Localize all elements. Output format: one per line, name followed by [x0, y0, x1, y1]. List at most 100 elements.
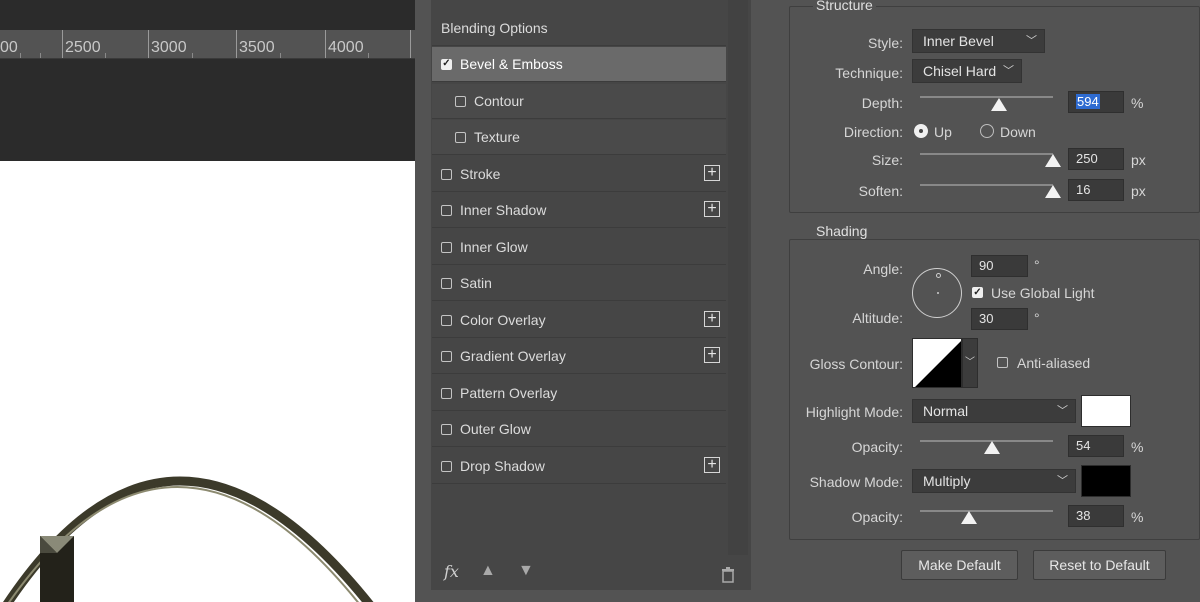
shadow-opacity-slider-track[interactable]	[920, 510, 1053, 512]
arrow-up-icon[interactable]: ▲	[480, 562, 496, 580]
trash-icon[interactable]	[721, 566, 735, 583]
soften-value: 16	[1076, 182, 1091, 197]
highlight-color-swatch[interactable]	[1081, 395, 1131, 427]
outer-glow-checkbox[interactable]	[441, 423, 452, 435]
anti-aliased-label: Anti-aliased	[1017, 355, 1091, 371]
styles-item-inner-glow[interactable]: Inner Glow	[432, 230, 726, 265]
styles-item-outer-glow[interactable]: Outer Glow	[432, 412, 726, 447]
depth-slider-thumb[interactable]	[991, 98, 1007, 111]
highlight-opacity-input[interactable]: 54	[1068, 435, 1124, 457]
size-slider-thumb[interactable]	[1045, 154, 1061, 167]
depth-label: Depth:	[861, 95, 903, 111]
size-value: 250	[1076, 151, 1098, 166]
gloss-contour-preview[interactable]	[912, 338, 962, 388]
styles-item-label: Bevel & Emboss	[460, 56, 563, 72]
depth-input[interactable]: 594	[1068, 91, 1124, 113]
highlight-opacity-label: Opacity:	[851, 439, 903, 455]
use-global-light-checkbox[interactable]	[972, 287, 983, 298]
styles-item-stroke[interactable]: Stroke +	[432, 157, 726, 192]
direction-down-radio[interactable]	[980, 124, 994, 138]
make-default-button[interactable]: Make Default	[901, 550, 1018, 580]
chevron-down-icon: ﹀	[1003, 65, 1014, 77]
angle-value: 90	[979, 258, 994, 273]
chevron-down-icon: ﹀	[1026, 35, 1037, 47]
style-dropdown[interactable]: Inner Bevel ﹀	[912, 29, 1045, 53]
styles-item-label: Gradient Overlay	[460, 348, 566, 364]
add-gradient-overlay-plus-icon[interactable]: +	[704, 347, 720, 363]
anti-aliased-checkbox[interactable]	[997, 357, 1008, 368]
highlight-opacity-slider-thumb[interactable]	[984, 441, 1000, 454]
soften-slider-track[interactable]	[920, 184, 1053, 186]
size-slider-track[interactable]	[920, 153, 1053, 155]
shadow-color-swatch[interactable]	[1081, 465, 1131, 497]
add-color-overlay-plus-icon[interactable]: +	[704, 311, 720, 327]
styles-item-blending-options[interactable]: Blending Options	[432, 11, 726, 46]
add-drop-shadow-plus-icon[interactable]: +	[704, 457, 720, 473]
soften-slider-thumb[interactable]	[1045, 185, 1061, 198]
stroke-checkbox[interactable]	[441, 168, 452, 180]
satin-checkbox[interactable]	[441, 277, 452, 289]
styles-item-contour[interactable]: Contour	[432, 84, 726, 119]
add-inner-shadow-plus-icon[interactable]: +	[704, 201, 720, 217]
highlight-opacity-unit: %	[1131, 439, 1144, 455]
styles-item-label: Stroke	[460, 166, 501, 182]
styles-item-label: Drop Shadow	[460, 458, 545, 474]
angle-input[interactable]: 90	[971, 255, 1028, 277]
arrow-down-icon[interactable]: ▼	[518, 562, 534, 580]
chevron-down-icon: ﹀	[1057, 405, 1068, 417]
shadow-opacity-value: 38	[1076, 508, 1091, 523]
styles-item-label: Texture	[474, 129, 520, 145]
depth-value: 594	[1076, 94, 1100, 109]
shadow-opacity-input[interactable]: 38	[1068, 505, 1124, 527]
shadow-opacity-unit: %	[1131, 509, 1144, 525]
soften-unit: px	[1131, 183, 1146, 199]
styles-item-label: Color Overlay	[460, 312, 546, 328]
reset-to-default-button[interactable]: Reset to Default	[1033, 550, 1166, 580]
shadow-mode-dropdown[interactable]: Multiply ﹀	[912, 469, 1076, 493]
style-dropdown-value: Inner Bevel	[923, 33, 994, 49]
gloss-contour-dropdown[interactable]: ﹀	[962, 338, 978, 388]
styles-item-label: Outer Glow	[460, 421, 531, 437]
inner-shadow-checkbox[interactable]	[441, 204, 452, 216]
pattern-overlay-checkbox[interactable]	[441, 387, 452, 399]
drop-shadow-checkbox[interactable]	[441, 460, 452, 472]
technique-dropdown[interactable]: Chisel Hard ﹀	[912, 59, 1022, 83]
depth-unit: %	[1131, 95, 1144, 111]
direction-up-radio[interactable]	[914, 124, 928, 138]
gradient-overlay-checkbox[interactable]	[441, 350, 452, 362]
styles-item-label: Inner Glow	[460, 239, 528, 255]
ruler-tick	[325, 30, 326, 58]
styles-item-inner-shadow[interactable]: Inner Shadow +	[432, 193, 726, 228]
shadow-mode-label: Shadow Mode:	[809, 474, 903, 490]
document-canvas[interactable]	[0, 161, 415, 602]
soften-label: Soften:	[858, 183, 903, 199]
styles-item-gradient-overlay[interactable]: Gradient Overlay +	[432, 339, 726, 374]
depth-slider-track[interactable]	[920, 96, 1053, 98]
styles-item-drop-shadow[interactable]: Drop Shadow +	[432, 449, 726, 484]
styles-item-bevel-emboss[interactable]: Bevel & Emboss	[432, 47, 726, 82]
styles-item-texture[interactable]: Texture	[432, 120, 726, 155]
styles-item-pattern-overlay[interactable]: Pattern Overlay	[432, 376, 726, 411]
shadow-opacity-slider-thumb[interactable]	[961, 511, 977, 524]
add-stroke-plus-icon[interactable]: +	[704, 165, 720, 181]
structure-legend: Structure	[813, 0, 876, 13]
fx-icon[interactable]: fx	[444, 562, 459, 581]
inner-glow-checkbox[interactable]	[441, 241, 452, 253]
ruler-label: 3500	[239, 39, 275, 56]
angle-dial[interactable]	[912, 268, 962, 318]
color-overlay-checkbox[interactable]	[441, 314, 452, 326]
gloss-contour-label: Gloss Contour:	[809, 356, 903, 372]
canvas-area[interactable]: 00 2500 3000 3500 4000	[0, 0, 415, 602]
highlight-mode-value: Normal	[923, 403, 969, 419]
styles-item-color-overlay[interactable]: Color Overlay +	[432, 303, 726, 338]
soften-input[interactable]: 16	[1068, 179, 1124, 201]
texture-checkbox[interactable]	[455, 131, 466, 143]
styles-item-satin[interactable]: Satin	[432, 266, 726, 301]
bevel-emboss-checkbox[interactable]	[441, 58, 452, 70]
altitude-input[interactable]: 30	[971, 308, 1028, 330]
contour-checkbox[interactable]	[455, 95, 466, 107]
size-input[interactable]: 250	[1068, 148, 1124, 170]
styles-item-label: Contour	[474, 93, 524, 109]
highlight-mode-dropdown[interactable]: Normal ﹀	[912, 399, 1076, 423]
styles-list-scrollbar[interactable]	[728, 0, 748, 555]
